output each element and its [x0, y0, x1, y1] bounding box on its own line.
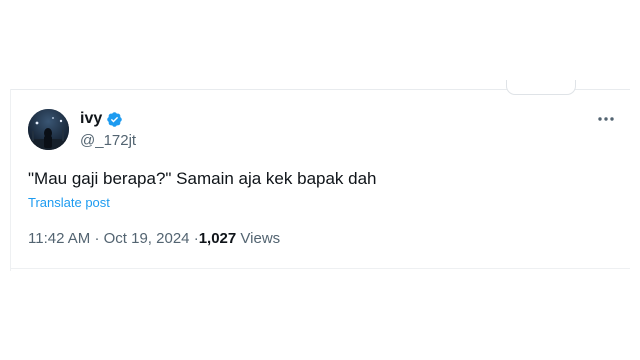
- tweet-meta: 11:42 AM · Oct 19, 2024 ·1,027 Views: [28, 230, 280, 248]
- avatar[interactable]: [28, 109, 69, 150]
- left-divider: [10, 89, 11, 271]
- top-tab-handle: [506, 80, 576, 95]
- tweet-page: ivy @_172jt "Mau gaji berapa?" Samain aj…: [0, 0, 640, 360]
- verified-badge-icon[interactable]: [106, 111, 123, 128]
- views-count[interactable]: 1,027: [199, 230, 237, 247]
- bottom-divider: [10, 268, 630, 269]
- more-options-icon[interactable]: [596, 112, 616, 124]
- display-name-row[interactable]: ivy: [80, 110, 123, 128]
- tweet-time[interactable]: 11:42 AM: [28, 230, 90, 247]
- user-handle[interactable]: @_172jt: [80, 132, 136, 150]
- translate-post-link[interactable]: Translate post: [28, 195, 110, 211]
- meta-separator: ·: [94, 230, 100, 247]
- display-name[interactable]: ivy: [80, 110, 102, 128]
- avatar-image: [28, 109, 69, 150]
- tweet-text: "Mau gaji berapa?" Samain aja kek bapak …: [28, 169, 377, 188]
- views-label[interactable]: Views: [240, 230, 280, 247]
- tweet-date[interactable]: Oct 19, 2024: [104, 230, 190, 247]
